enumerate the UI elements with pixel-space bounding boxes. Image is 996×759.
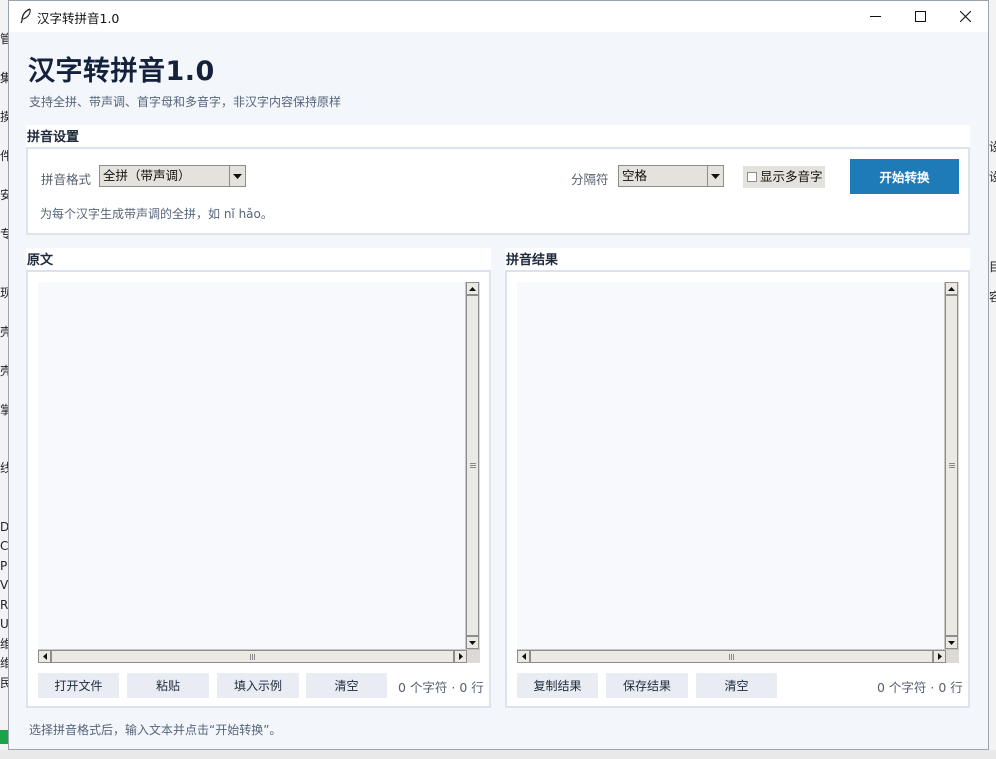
background-window-right-text: 设 设 目 容: [989, 140, 996, 304]
background-green-marker: [0, 730, 8, 744]
polyphone-toggle[interactable]: 显示多音字: [743, 166, 825, 188]
title-bar[interactable]: 汉字转拼音1.0: [9, 1, 988, 32]
window-title: 汉字转拼音1.0: [37, 11, 120, 26]
background-window-left-text: 管 集 摸 件 安 专 现 壳 壳 掌 线 D C P V R U 维 维 民: [0, 32, 8, 690]
polyphone-label: 显示多音字: [760, 169, 823, 184]
settings-header: [26, 125, 970, 147]
source-horizontal-scroll-thumb[interactable]: [51, 650, 454, 663]
result-vertical-scroll-thumb[interactable]: [945, 295, 958, 636]
maximize-icon: [914, 11, 926, 22]
separator-select-value: 空格: [622, 168, 648, 183]
separator-label: 分隔符: [571, 172, 609, 187]
paste-button[interactable]: 粘贴: [127, 673, 209, 698]
scroll-up-icon[interactable]: [945, 282, 958, 295]
scroll-down-icon[interactable]: [945, 636, 958, 649]
source-text-input[interactable]: [38, 282, 465, 649]
result-title: 拼音结果: [506, 253, 559, 268]
result-horizontal-scroll-thumb[interactable]: [530, 650, 933, 663]
background-bottom: [0, 750, 996, 759]
source-header: [26, 248, 491, 270]
close-icon: [959, 11, 971, 22]
source-vertical-scroll-thumb[interactable]: [466, 295, 479, 636]
result-horizontal-scrollbar[interactable]: [517, 649, 959, 663]
open-file-button[interactable]: 打开文件: [38, 673, 119, 698]
settings-panel: 拼音格式 全拼（带声调） 分隔符 空格 显示多音字 开始转换 为每个汉字生成带声…: [26, 147, 970, 235]
copy-result-button[interactable]: 复制结果: [517, 673, 598, 698]
maximize-button[interactable]: [897, 1, 943, 32]
minimize-button[interactable]: [852, 1, 898, 32]
format-select[interactable]: 全拼（带声调）: [99, 165, 246, 187]
page-title: 汉字转拼音1.0: [28, 56, 215, 87]
scroll-left-icon[interactable]: [38, 650, 51, 663]
background-window-right: [989, 0, 996, 759]
source-char-count: 0 个字符 · 0 行: [398, 680, 484, 695]
result-header: [505, 248, 970, 270]
result-char-count: 0 个字符 · 0 行: [877, 680, 963, 695]
fill-example-button[interactable]: 填入示例: [217, 673, 299, 698]
convert-button[interactable]: 开始转换: [850, 159, 959, 194]
result-vertical-scrollbar[interactable]: [944, 282, 959, 649]
source-horizontal-scrollbar[interactable]: [38, 649, 480, 663]
minimize-icon: [869, 16, 881, 17]
clear-result-button[interactable]: 清空: [696, 673, 777, 698]
scroll-down-icon[interactable]: [466, 636, 479, 649]
close-button[interactable]: [942, 1, 988, 32]
format-hint: 为每个汉字生成带声调的全拼，如 nǐ hǎo。: [40, 207, 273, 221]
result-panel: 复制结果 保存结果 清空 0 个字符 · 0 行: [505, 270, 970, 708]
format-label: 拼音格式: [41, 172, 92, 187]
source-panel: 打开文件 粘贴 填入示例 清空 0 个字符 · 0 行: [26, 270, 491, 708]
status-bar: 选择拼音格式后，输入文本并点击“开始转换”。: [29, 723, 282, 737]
scroll-left-icon[interactable]: [517, 650, 530, 663]
result-text-output[interactable]: [517, 282, 944, 649]
page-subtitle: 支持全拼、带声调、首字母和多音字，非汉字内容保持原样: [29, 95, 342, 109]
polyphone-checkbox[interactable]: [747, 172, 757, 182]
separator-select[interactable]: 空格: [618, 165, 724, 187]
app-window: 汉字转拼音1.0 汉字转拼音1.0 支持全拼、带声调、首字母和多音字，非汉字内容…: [8, 0, 989, 750]
settings-title: 拼音设置: [27, 130, 80, 145]
scroll-right-icon[interactable]: [454, 650, 467, 663]
chevron-down-icon[interactable]: [707, 166, 723, 186]
source-title: 原文: [27, 253, 54, 268]
clear-source-button[interactable]: 清空: [306, 673, 387, 698]
scroll-up-icon[interactable]: [466, 282, 479, 295]
chevron-down-icon[interactable]: [229, 166, 245, 186]
save-result-button[interactable]: 保存结果: [606, 673, 688, 698]
feather-icon: [20, 8, 31, 24]
format-select-value: 全拼（带声调）: [103, 168, 191, 183]
source-vertical-scrollbar[interactable]: [465, 282, 480, 649]
scroll-right-icon[interactable]: [933, 650, 946, 663]
